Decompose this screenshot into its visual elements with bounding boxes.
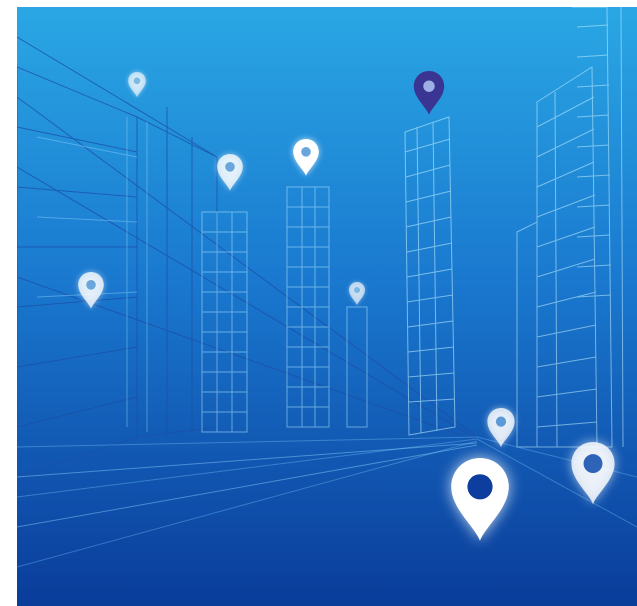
- illustration-frame: [17, 7, 637, 606]
- city-wireframe-illustration: [17, 7, 637, 606]
